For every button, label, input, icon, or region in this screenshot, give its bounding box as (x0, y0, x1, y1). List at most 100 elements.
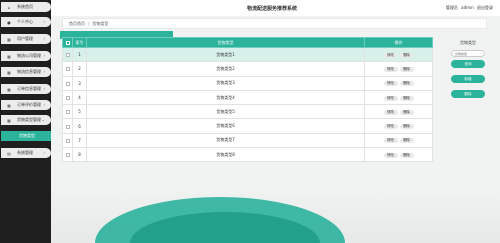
table-row[interactable]: 3 货物类型3 修改 删除 (62, 75, 433, 91)
select-all-checkbox[interactable] (65, 41, 70, 45)
sidebar-item-cargo-type-mgmt[interactable]: ▦ 货物类型管理 ⌄ (1, 115, 51, 125)
chevron-right-icon: › (43, 86, 45, 91)
sidebar-item-personal-center[interactable]: ● 个人中心 › (1, 17, 51, 27)
row-checkbox[interactable] (65, 96, 70, 101)
delete-button[interactable]: 删除 (399, 109, 414, 115)
search-label: 货物类型 (460, 40, 476, 45)
chevron-right-icon: › (43, 19, 45, 24)
row-type: 货物类型8 (86, 147, 365, 163)
column-header-type: 货物类型 (86, 37, 365, 48)
batch-delete-button[interactable]: 删除 (451, 90, 485, 98)
sidebar-item-order-info[interactable]: ▦ 订单信息管理 › (1, 84, 51, 94)
grid-icon: ▦ (7, 36, 11, 42)
sidebar-item-order-review[interactable]: ▦ 订单评价管理 › (1, 100, 51, 110)
table-row[interactable]: 8 货物类型8 修改 删除 (62, 147, 433, 163)
row-type: 货物类型7 (86, 132, 365, 149)
delete-button[interactable]: 删除 (399, 66, 414, 72)
sidebar-item-label: 系统首页 (17, 4, 33, 9)
chevron-right-icon: › (43, 36, 45, 41)
search-input[interactable] (451, 50, 485, 57)
sidebar-item-logistics-company[interactable]: ▦ 物流公司管理 › (1, 51, 51, 61)
delete-button[interactable]: 删除 (399, 152, 414, 158)
chevron-right-icon: › (43, 102, 45, 107)
row-checkbox[interactable] (65, 53, 70, 58)
delete-button[interactable]: 删除 (399, 52, 414, 58)
row-index: 1 (72, 46, 87, 63)
row-index: 3 (72, 75, 87, 91)
user-icon: ● (7, 19, 11, 25)
select-all-cell[interactable] (62, 37, 73, 48)
home-icon: ⌂ (7, 4, 11, 10)
row-index: 6 (72, 118, 87, 134)
delete-button[interactable]: 删除 (399, 81, 414, 87)
row-checkbox[interactable] (65, 67, 70, 72)
chevron-right-icon: › (43, 53, 45, 58)
row-type: 货物类型1 (86, 46, 365, 63)
table-row[interactable]: 7 货物类型7 修改 删除 (62, 132, 433, 149)
sidebar-item-label: 货物类型 (19, 133, 35, 138)
sidebar-item-users[interactable]: ▦ 用户管理 › (1, 34, 51, 44)
search-button[interactable]: 查询 (451, 60, 485, 68)
delete-button[interactable]: 删除 (399, 138, 414, 144)
column-header-index: 索引 (72, 37, 87, 48)
edit-button[interactable]: 修改 (383, 66, 398, 72)
row-index: 5 (72, 104, 87, 120)
row-type: 货物类型3 (86, 75, 365, 91)
sidebar-item-label: 物流公司管理 (17, 53, 41, 58)
edit-button[interactable]: 修改 (383, 152, 398, 158)
sidebar-item-system[interactable]: ▤ 系统管理 › (1, 148, 51, 158)
edit-button[interactable]: 修改 (383, 109, 398, 115)
grid-icon: ▦ (7, 102, 11, 108)
username: admin (461, 5, 474, 10)
edit-button[interactable]: 修改 (383, 81, 398, 87)
user-area: 管理员 admin 退出登录 (444, 5, 493, 11)
app-title: 物流配送服务推荐系统 (247, 6, 298, 12)
logout-link[interactable]: 退出登录 (477, 5, 493, 10)
row-type: 货物类型2 (86, 61, 365, 77)
row-checkbox[interactable] (65, 81, 70, 86)
row-index: 8 (72, 147, 87, 163)
edit-button[interactable]: 修改 (383, 95, 398, 101)
row-type: 货物类型4 (86, 89, 365, 106)
search-panel: 货物类型 查询 新增 删除 (445, 40, 495, 98)
breadcrumb-home[interactable]: 首页首页 (69, 21, 85, 27)
table-row[interactable]: 6 货物类型6 修改 删除 (62, 118, 433, 134)
top-header: 物流配送服务推荐系统 管理员 admin 退出登录 (51, 0, 500, 16)
row-index: 7 (72, 132, 87, 149)
sidebar-item-home[interactable]: ⌂ 系统首页 (1, 2, 51, 12)
row-type: 货物类型5 (86, 104, 365, 120)
sidebar: ⌂ 系统首页 ● 个人中心 › ▦ 用户管理 › ▦ 物流公司管理 › ▦ 物流… (0, 0, 51, 243)
grid-icon: ▦ (7, 53, 11, 59)
sidebar-item-label: 物流信息管理 (17, 69, 41, 74)
chevron-down-icon: ⌄ (41, 117, 45, 122)
sidebar-item-label: 订单评价管理 (17, 102, 41, 107)
add-button[interactable]: 新增 (451, 75, 485, 83)
chevron-right-icon: › (43, 150, 45, 155)
sidebar-subitem-cargo-type[interactable]: 货物类型 (1, 131, 51, 141)
delete-button[interactable]: 删除 (399, 124, 414, 130)
breadcrumb-current: 货物类型 (92, 20, 109, 26)
grid-icon: ▦ (7, 69, 11, 75)
table-header-row: 索引 货物类型 操作 (62, 37, 433, 48)
table-row[interactable]: 2 货物类型2 修改 删除 (62, 61, 433, 77)
edit-button[interactable]: 修改 (383, 138, 398, 144)
sidebar-item-logistics-info[interactable]: ▦ 物流信息管理 › (1, 67, 51, 77)
grid-icon: ▦ (7, 86, 11, 92)
sidebar-item-label: 系统管理 (17, 150, 33, 155)
edit-button[interactable]: 修改 (383, 52, 398, 58)
table-row[interactable]: 4 货物类型4 修改 删除 (62, 89, 433, 106)
edit-button[interactable]: 修改 (383, 124, 398, 130)
breadcrumb: 首页首页 | 货物类型 (62, 18, 487, 29)
table-row[interactable]: 5 货物类型5 修改 删除 (62, 104, 433, 120)
row-checkbox[interactable] (65, 138, 70, 143)
row-checkbox[interactable] (65, 110, 70, 115)
table-row[interactable]: 1 货物类型1 修改 删除 (62, 46, 433, 63)
column-header-actions: 操作 (364, 37, 433, 48)
breadcrumb-separator: | (88, 21, 90, 26)
sidebar-item-label: 用户管理 (17, 36, 33, 41)
delete-button[interactable]: 删除 (399, 95, 414, 101)
row-checkbox[interactable] (65, 124, 70, 129)
row-index: 4 (72, 89, 87, 106)
row-checkbox[interactable] (65, 153, 70, 158)
row-type: 货物类型6 (86, 118, 365, 134)
